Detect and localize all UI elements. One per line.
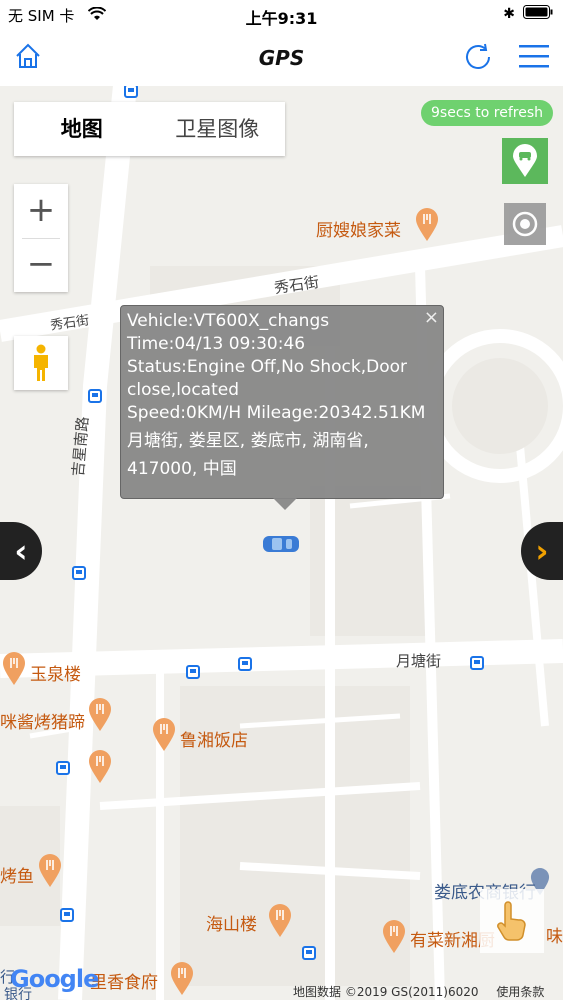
menu-icon[interactable] bbox=[519, 44, 549, 72]
crosshair-icon bbox=[512, 211, 538, 237]
vehicle-speed-mileage: Speed:0KM/H Mileage:20342.51KM bbox=[127, 403, 426, 423]
vehicle-info-window: × Vehicle:VT600X_changs Time:04/13 09:30… bbox=[120, 305, 444, 510]
poi-label[interactable]: 烤鱼 bbox=[0, 862, 34, 887]
info-window-pointer bbox=[273, 498, 297, 510]
battery-icon bbox=[523, 4, 553, 23]
chevron-left-icon: ‹ bbox=[14, 532, 28, 570]
road-label: 月塘街 bbox=[396, 652, 442, 670]
chevron-right-icon: › bbox=[535, 532, 549, 570]
poi-label[interactable]: 玉泉楼 bbox=[30, 660, 81, 685]
bus-stop-icon[interactable] bbox=[72, 566, 86, 580]
status-time: 上午9:31 bbox=[245, 9, 318, 28]
refresh-icon[interactable] bbox=[463, 42, 493, 76]
vehicle-address: 月塘街, 娄星区, 娄底市, 湖南省, 417000, 中国 bbox=[127, 431, 369, 479]
google-logo: Google bbox=[10, 965, 99, 993]
bus-stop-icon[interactable] bbox=[56, 761, 70, 775]
map-pin-icon bbox=[513, 144, 537, 177]
vehicle-status: Status:Engine Off,No Shock,Door close,lo… bbox=[127, 357, 408, 400]
bus-stop-icon[interactable] bbox=[88, 389, 102, 403]
restaurant-pin-icon[interactable] bbox=[415, 208, 439, 242]
bus-stop-icon[interactable] bbox=[124, 86, 138, 98]
vehicle-time: Time:04/13 09:30:46 bbox=[127, 334, 306, 354]
terms-link[interactable]: 使用条款 bbox=[496, 985, 544, 999]
bus-stop-icon[interactable] bbox=[60, 908, 74, 922]
navbar: GPS bbox=[0, 30, 563, 86]
close-icon[interactable]: × bbox=[424, 306, 439, 329]
divider bbox=[22, 238, 60, 239]
bus-stop-icon[interactable] bbox=[470, 656, 484, 670]
street-view-pegman[interactable] bbox=[14, 336, 68, 390]
my-location-button[interactable] bbox=[504, 203, 546, 245]
map-view[interactable]: 厨嫂娘家菜 秀石街 秀石街 吉星南路 月塘街 玉泉楼 咪酱烤猪蹄 鲁湘饭店 烤鱼… bbox=[0, 86, 563, 1000]
gesture-button[interactable] bbox=[480, 889, 544, 953]
tab-map[interactable]: 地图 bbox=[14, 102, 150, 156]
pointing-hand-icon bbox=[497, 901, 526, 941]
bus-stop-icon[interactable] bbox=[238, 657, 252, 671]
restaurant-pin-icon[interactable] bbox=[88, 750, 112, 784]
refresh-countdown-badge: 9secs to refresh bbox=[421, 100, 553, 126]
vehicle-name: Vehicle:VT600X_changs bbox=[127, 311, 330, 331]
poi-label[interactable]: 里香食府 bbox=[90, 968, 158, 993]
restaurant-pin-icon[interactable] bbox=[2, 652, 26, 686]
zoom-out-button[interactable]: − bbox=[14, 238, 68, 292]
restaurant-pin-icon[interactable] bbox=[170, 962, 194, 996]
poi-label[interactable]: 咪酱烤猪蹄 bbox=[0, 708, 85, 733]
status-bar: 无 SIM 卡 上午9:31 ✱ bbox=[0, 0, 563, 30]
bluetooth-icon: ✱ bbox=[503, 5, 515, 22]
bus-stop-icon[interactable] bbox=[302, 946, 316, 960]
restaurant-pin-icon[interactable] bbox=[152, 718, 176, 752]
restaurant-pin-icon[interactable] bbox=[88, 698, 112, 732]
map-type-toggle: 地图 卫星图像 bbox=[14, 102, 285, 156]
poi-label[interactable]: 味 bbox=[546, 922, 563, 947]
restaurant-pin-icon[interactable] bbox=[268, 904, 292, 938]
poi-label[interactable]: 鲁湘饭店 bbox=[180, 726, 248, 751]
zoom-control: + − bbox=[14, 184, 68, 292]
zoom-in-button[interactable]: + bbox=[14, 184, 68, 238]
pegman-icon bbox=[34, 344, 48, 381]
map-footer: 地图数据 ©2019 GS(2011)6020 使用条款 bbox=[293, 983, 544, 1000]
bus-stop-icon[interactable] bbox=[186, 665, 200, 679]
map-data-attribution: 地图数据 ©2019 GS(2011)6020 bbox=[293, 985, 479, 999]
poi-label[interactable]: 海山楼 bbox=[206, 910, 257, 935]
tab-satellite[interactable]: 卫星图像 bbox=[150, 102, 286, 156]
restaurant-pin-icon[interactable] bbox=[382, 920, 406, 954]
restaurant-pin-icon[interactable] bbox=[38, 854, 62, 888]
car-icon[interactable] bbox=[262, 534, 300, 554]
locate-vehicle-button[interactable] bbox=[502, 138, 548, 184]
poi-label[interactable]: 厨嫂娘家菜 bbox=[316, 216, 401, 241]
